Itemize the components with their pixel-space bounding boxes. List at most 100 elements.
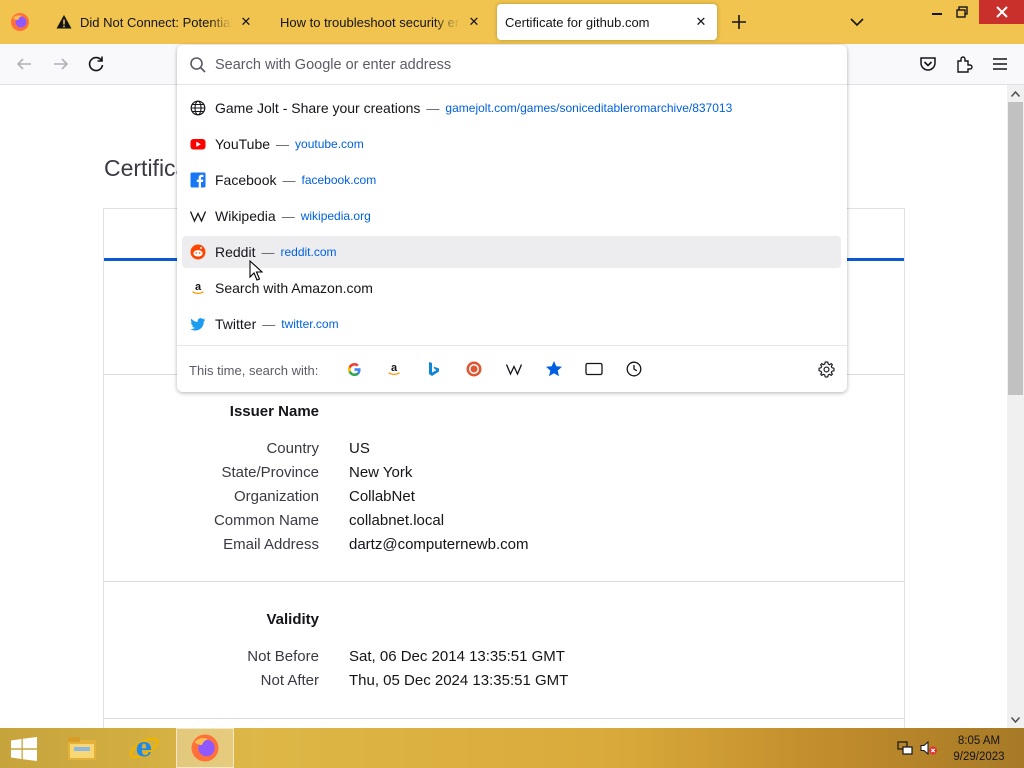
close-icon[interactable]: ✕ — [466, 14, 482, 30]
suggestion-url: reddit.com — [280, 245, 337, 259]
tab-title: How to troubleshoot security error codes… — [280, 14, 460, 30]
suggestion-gamejolt[interactable]: Game Jolt - Share your creations — gamej… — [182, 92, 841, 124]
firefox-icon — [191, 734, 219, 762]
section-divider — [104, 718, 904, 719]
issuer-name-heading: Issuer Name — [229, 403, 319, 420]
firefox-icon — [11, 13, 29, 31]
twitter-icon — [190, 318, 206, 331]
field-value: CollabNet — [349, 488, 415, 505]
scroll-up-arrow-icon[interactable] — [1007, 85, 1024, 102]
svg-text:a: a — [391, 362, 398, 374]
restore-icon — [956, 6, 968, 18]
restore-button[interactable] — [945, 0, 979, 24]
gear-icon[interactable] — [818, 361, 835, 378]
windows-start-icon[interactable] — [10, 737, 38, 761]
youtube-icon — [190, 139, 206, 150]
vertical-scrollbar[interactable] — [1007, 85, 1024, 728]
bookmarks-icon[interactable] — [545, 360, 563, 378]
suggestion-wikipedia[interactable]: Wikipedia — wikipedia.org — [182, 200, 841, 232]
plus-icon[interactable] — [729, 12, 749, 32]
suggestion-title: Facebook — [215, 172, 277, 188]
section-divider — [104, 581, 904, 582]
amazon-icon[interactable]: a — [385, 360, 403, 378]
suggestion-separator: — — [262, 316, 276, 332]
suggestion-reddit[interactable]: Reddit — reddit.com — [182, 236, 841, 268]
duckduckgo-icon[interactable] — [465, 360, 483, 378]
wikipedia-icon[interactable] — [505, 360, 523, 378]
field-value: collabnet.local — [349, 512, 445, 529]
suggestion-twitter[interactable]: Twitter — twitter.com — [182, 308, 841, 340]
field-label: Organization — [233, 488, 319, 505]
suggestion-url: facebook.com — [301, 173, 377, 187]
volume-muted-icon[interactable] — [920, 740, 938, 756]
forward-arrow-icon[interactable] — [51, 54, 71, 74]
close-icon[interactable]: ✕ — [693, 14, 709, 30]
suggestion-separator: — — [281, 208, 295, 224]
suggestion-separator: — — [261, 244, 275, 260]
suggestion-title: Reddit — [215, 244, 256, 260]
svg-text:e: e — [136, 733, 153, 763]
extensions-icon[interactable] — [954, 54, 974, 74]
pocket-icon[interactable] — [918, 54, 938, 74]
amazon-icon: a — [192, 281, 204, 295]
taskbar: e 8:05 AM 9/29/2023 — [0, 728, 1024, 768]
file-explorer-icon — [68, 737, 96, 760]
urlbar-dropdown: Game Jolt - Share your creations — gamej… — [177, 45, 847, 392]
close-icon[interactable]: ✕ — [238, 14, 254, 30]
field-value: New York — [349, 464, 413, 481]
address-bar[interactable] — [177, 45, 847, 85]
scroll-down-arrow-icon[interactable] — [1007, 711, 1024, 728]
suggestion-title: Search with Amazon.com — [215, 280, 373, 296]
field-value: Thu, 05 Dec 2024 13:35:51 GMT — [349, 672, 569, 689]
field-label: Country — [266, 440, 319, 457]
warning-icon — [56, 15, 72, 29]
close-icon — [995, 6, 1008, 18]
field-value: Sat, 06 Dec 2014 13:35:51 GMT — [349, 648, 565, 665]
tab-strip: Did Not Connect: Potential Security Issu… — [0, 0, 1024, 44]
suggestion-title: Twitter — [215, 316, 257, 332]
tab-title: Certificate for github.com — [505, 14, 650, 30]
validity-heading: Validity — [266, 611, 319, 628]
scrollbar-thumb[interactable] — [1008, 102, 1023, 395]
tab-certificate[interactable]: Certificate for github.com ✕ — [497, 4, 717, 40]
suggestion-separator: — — [276, 136, 290, 152]
field-label: Email Address — [223, 536, 319, 553]
wikipedia-icon — [190, 211, 206, 223]
internet-explorer-taskbar-button[interactable]: e — [115, 728, 173, 768]
suggestion-separator: — — [282, 172, 296, 188]
minimize-icon — [932, 13, 942, 15]
suggestion-title: Wikipedia — [215, 208, 276, 224]
tab-did-not-connect[interactable]: Did Not Connect: Potential Security Issu… — [48, 4, 262, 40]
field-value: dartz@computernewb.com — [349, 536, 529, 553]
back-arrow-icon[interactable] — [14, 54, 34, 74]
chevron-down-icon[interactable] — [849, 14, 865, 30]
google-icon[interactable] — [345, 360, 363, 378]
search-icon — [190, 57, 206, 73]
network-icon[interactable] — [897, 740, 913, 756]
system-clock[interactable]: 8:05 AM 9/29/2023 — [944, 733, 1014, 765]
facebook-icon — [190, 172, 206, 188]
tabs-icon[interactable] — [585, 360, 603, 378]
globe-icon — [190, 100, 206, 116]
one-off-search-bar: This time, search with: a — [177, 345, 847, 392]
reload-icon[interactable] — [86, 54, 106, 74]
tab-troubleshoot[interactable]: How to troubleshoot security error codes… — [272, 4, 490, 40]
tab-title: Did Not Connect: Potential Security Issu… — [80, 14, 232, 30]
suggestion-url: wikipedia.org — [300, 209, 371, 223]
bing-icon[interactable] — [425, 360, 443, 378]
field-label: Not Before — [247, 648, 319, 665]
file-explorer-taskbar-button[interactable] — [53, 728, 111, 768]
suggestion-facebook[interactable]: Facebook — facebook.com — [182, 164, 841, 196]
address-input[interactable] — [215, 53, 815, 77]
suggestion-url: youtube.com — [295, 137, 364, 151]
window-close-button[interactable] — [979, 0, 1024, 24]
suggestion-url: gamejolt.com/games/soniceditableromarchi… — [445, 101, 733, 115]
suggestion-amazon-search[interactable]: a Search with Amazon.com — [182, 272, 841, 304]
suggestion-youtube[interactable]: YouTube — youtube.com — [182, 128, 841, 160]
clock-time: 8:05 AM — [957, 735, 1001, 747]
history-icon[interactable] — [625, 360, 643, 378]
field-label: State/Province — [221, 464, 319, 481]
hamburger-menu-icon[interactable] — [990, 54, 1010, 74]
firefox-taskbar-button[interactable] — [176, 728, 234, 768]
svg-text:a: a — [195, 281, 202, 293]
